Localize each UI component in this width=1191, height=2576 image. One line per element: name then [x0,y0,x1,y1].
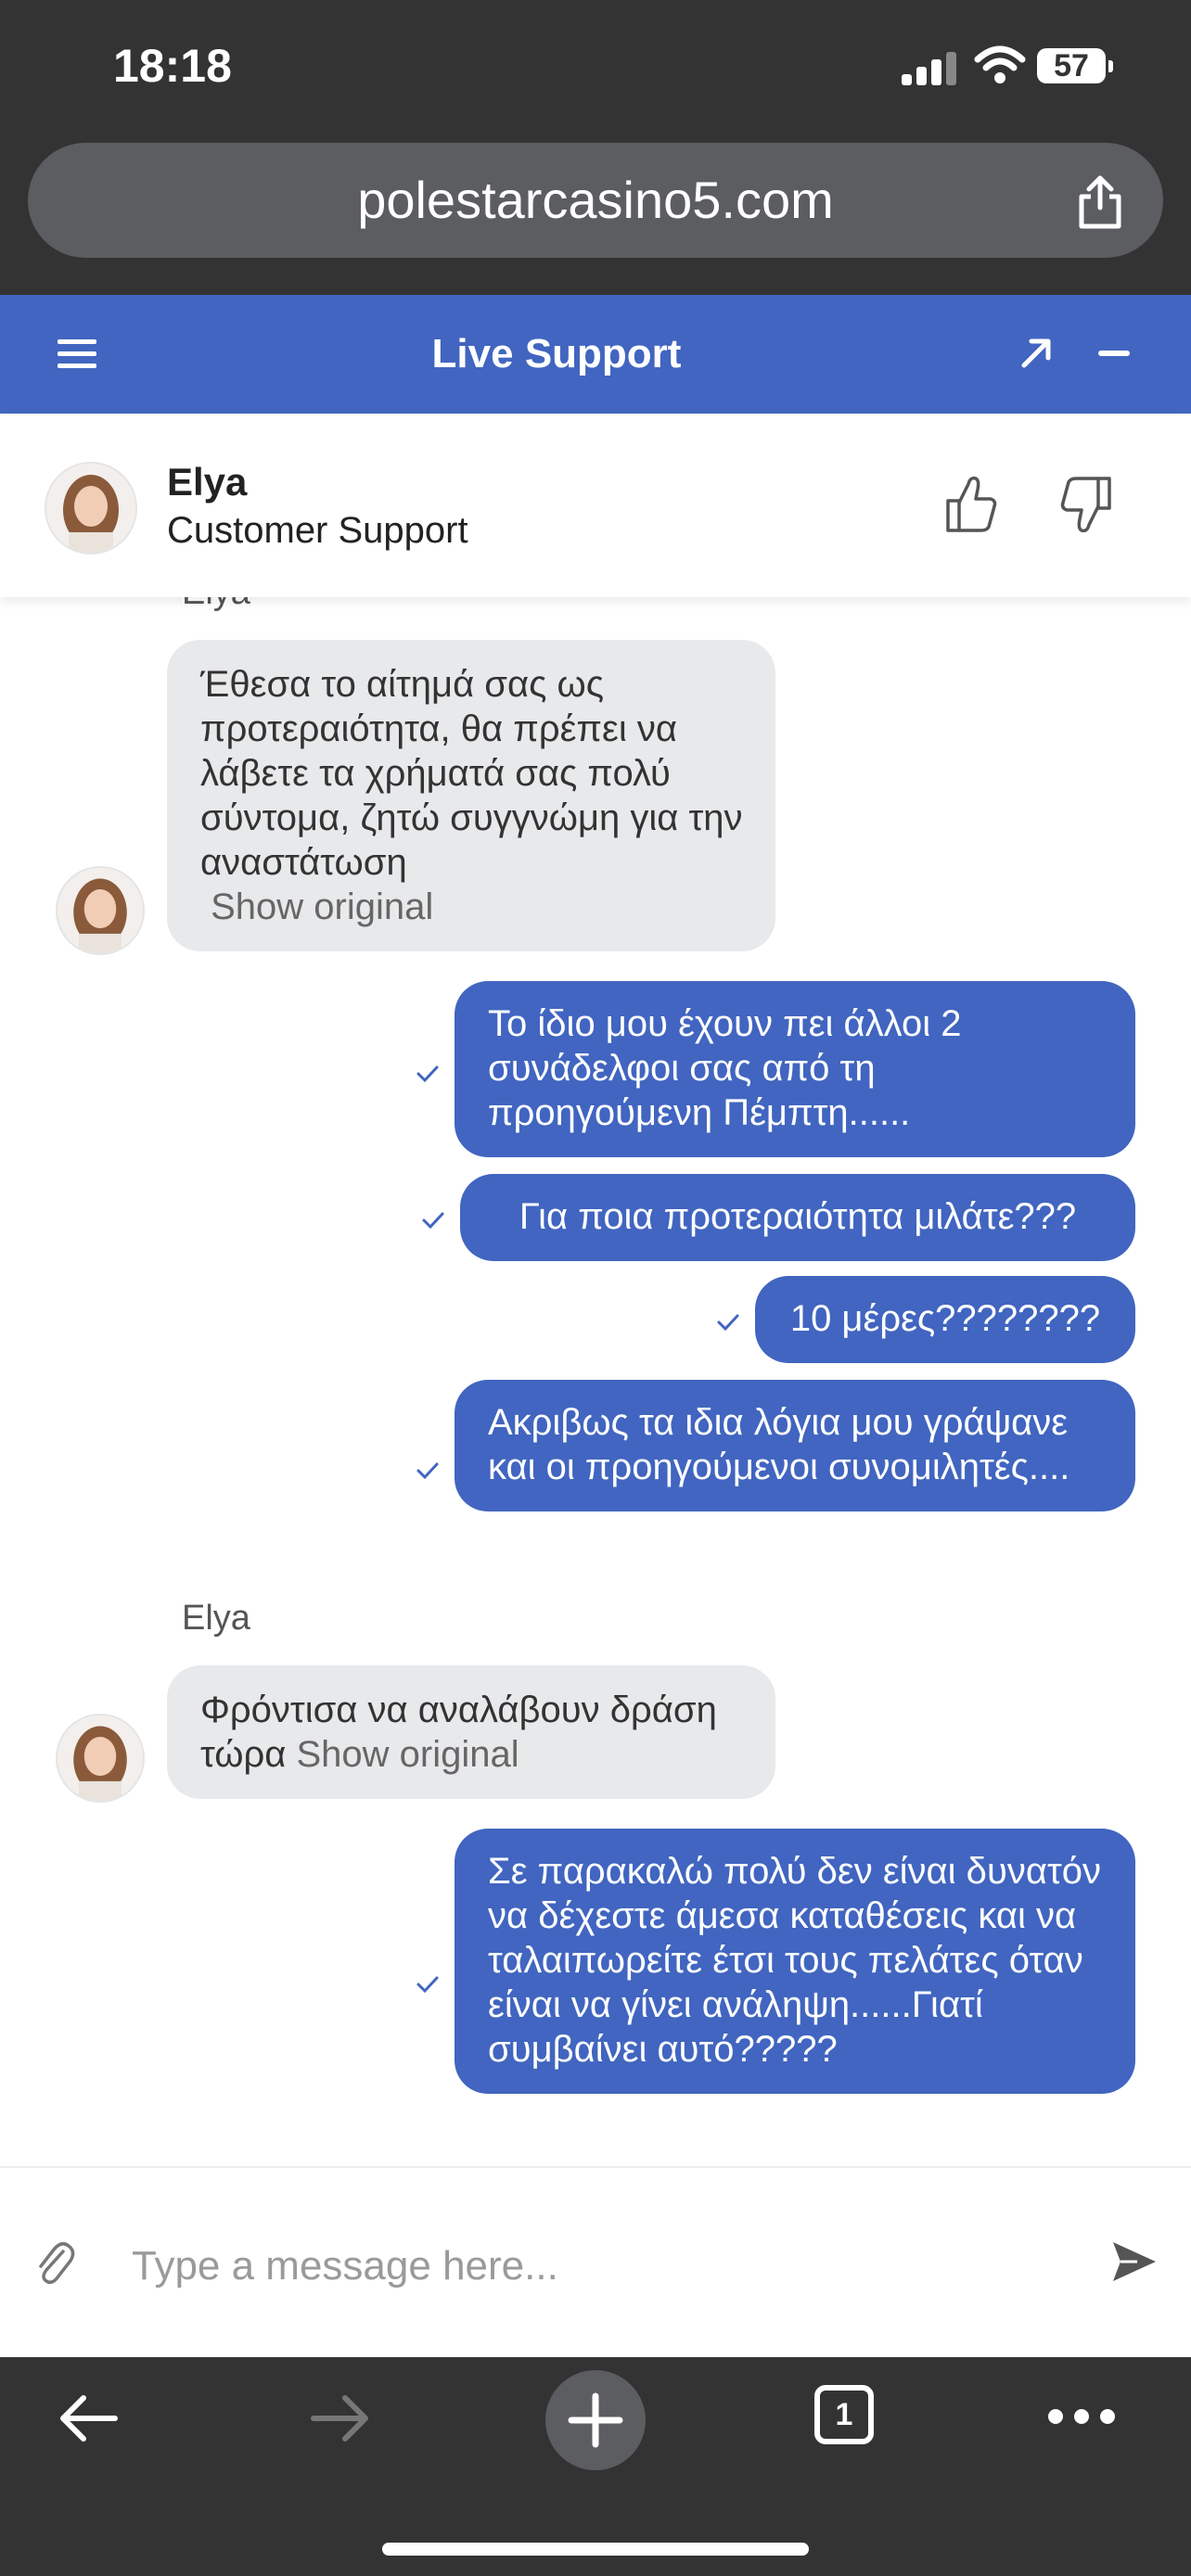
expand-icon[interactable] [1017,332,1057,373]
back-arrow-icon[interactable] [56,2391,121,2446]
agent-role: Customer Support [167,510,468,551]
home-indicator [382,2543,809,2556]
sent-check-icon [717,1314,739,1332]
live-support-title: Live Support [431,331,682,376]
agent-avatar [45,462,137,555]
paperclip-icon[interactable] [35,2238,76,2287]
sender-label: Elya [182,1599,250,1638]
agent-avatar-small [56,866,145,955]
sent-check-icon [416,1065,439,1083]
user-message-bubble: Ακριβως τα ιδια λόγια μου γράψανε και οι… [455,1380,1135,1511]
cellular-signal-icon [902,52,957,85]
status-bar: 18:18 57 [0,0,1191,130]
agent-card: Elya Customer Support [0,414,1191,597]
new-tab-button[interactable] [545,2370,646,2470]
agent-message-bubble: Φρόντισα να αναλάβουν δράση τώρα Show or… [167,1665,775,1799]
thumbs-up-icon[interactable] [944,473,998,534]
user-message-bubble: Για ποια προτεραιότητα μιλάτε??? [460,1174,1135,1261]
url-text: polestarcasino5.com [357,171,834,229]
battery-indicator: 57 [1037,48,1113,83]
message-composer [0,2166,1191,2357]
status-time: 18:18 [113,40,232,92]
minimize-icon[interactable] [1098,351,1130,356]
chat-transcript[interactable]: Elya Έθεσα το αίτημά σας ως προτεραιότητ… [0,556,1191,2166]
forward-arrow-icon[interactable] [308,2391,373,2446]
agent-message-bubble: Έθεσα το αίτημά σας ως προτεραιότητα, θα… [167,640,775,951]
user-message-bubble: 10 μέρες???????? [755,1276,1135,1363]
message-input[interactable] [130,2224,1061,2309]
browser-address-area: polestarcasino5.com [0,130,1191,295]
tab-count-button[interactable]: 1 [814,2385,874,2444]
message-text: Έθεσα το αίτημά σας ως προτεραιότητα, θα… [200,664,743,883]
agent-avatar-small [56,1714,145,1803]
user-message-bubble: Σε παρακαλώ πολύ δεν είναι δυνατόν να δέ… [455,1829,1135,2094]
more-options-icon[interactable] [1048,2409,1115,2424]
wifi-icon [974,45,1026,83]
show-original-link[interactable]: Show original [211,886,433,927]
plus-icon [568,2392,623,2448]
sent-check-icon [416,1976,439,1994]
show-original-link[interactable]: Show original [296,1734,519,1775]
share-icon[interactable] [1074,174,1126,230]
address-bar[interactable]: polestarcasino5.com [28,143,1163,258]
send-icon[interactable] [1109,2238,1159,2285]
browser-toolbar: 1 [0,2357,1191,2576]
live-support-header: Live Support [0,295,1191,414]
agent-name: Elya [167,460,248,504]
sent-check-icon [416,1462,439,1480]
thumbs-down-icon[interactable] [1059,475,1113,536]
user-message-bubble: Το ίδιο μου έχουν πει άλλοι 2 συνάδελφοι… [455,981,1135,1157]
sent-check-icon [422,1212,444,1230]
